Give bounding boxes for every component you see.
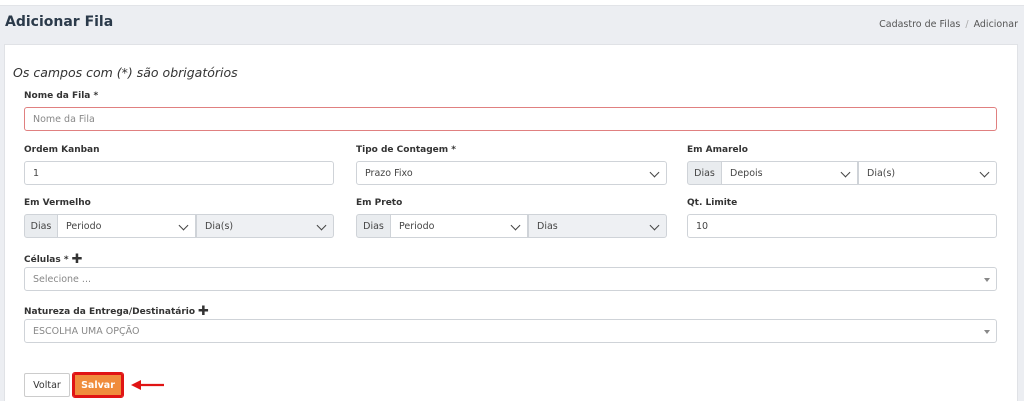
- celulas-label-text: Células *: [24, 255, 69, 265]
- tipo-select[interactable]: Prazo Fixo: [356, 161, 667, 185]
- form-panel: Os campos com (*) são obrigatórios Nome …: [4, 44, 1018, 401]
- amarelo-unit-select[interactable]: Dia(s): [858, 161, 997, 185]
- breadcrumb-separator: /: [965, 19, 969, 30]
- chevron-down-icon: [510, 220, 521, 231]
- ordem-label: Ordem Kanban: [24, 145, 100, 155]
- preto-mode-select[interactable]: Periodo: [390, 214, 528, 238]
- nome-input[interactable]: Nome da Fila: [24, 107, 997, 131]
- preto-unit-value: Dias: [537, 220, 558, 232]
- vermelho-unit-select[interactable]: Dia(s): [196, 214, 334, 238]
- breadcrumb-item-adicionar: Adicionar: [973, 19, 1018, 30]
- natureza-select[interactable]: ESCOLHA UMA OPÇÃO: [24, 319, 997, 343]
- chevron-down-icon: [979, 167, 990, 178]
- nome-label: Nome da Fila *: [24, 91, 99, 101]
- back-button[interactable]: Voltar: [24, 373, 70, 397]
- preto-label: Em Preto: [356, 198, 403, 208]
- chevron-down-icon: [649, 220, 660, 231]
- amarelo-addon: Dias: [687, 161, 722, 185]
- preto-addon: Dias: [356, 214, 391, 238]
- tipo-label: Tipo de Contagem *: [356, 145, 456, 155]
- vermelho-mode-select[interactable]: Periodo: [57, 214, 196, 238]
- chevron-down-icon: [984, 330, 990, 334]
- arrow-left-icon: [131, 380, 164, 390]
- tipo-select-value: Prazo Fixo: [365, 167, 413, 179]
- amarelo-label: Em Amarelo: [687, 145, 748, 155]
- page-header: Adicionar Fila Cadastro de Filas / Adicion…: [0, 6, 1024, 42]
- vermelho-addon: Dias: [24, 214, 58, 238]
- limite-input[interactable]: 10: [687, 214, 997, 238]
- celulas-placeholder: Selecione ...: [33, 273, 91, 285]
- chevron-down-icon: [984, 278, 990, 282]
- page-title: Adicionar Fila: [5, 14, 114, 30]
- breadcrumb-item-cadastro[interactable]: Cadastro de Filas: [879, 19, 960, 30]
- chevron-down-icon: [316, 220, 327, 231]
- vermelho-unit-value: Dia(s): [205, 220, 234, 232]
- breadcrumb: Cadastro de Filas / Adicionar: [879, 19, 1018, 30]
- natureza-placeholder: ESCOLHA UMA OPÇÃO: [33, 325, 140, 337]
- chevron-down-icon: [178, 220, 189, 231]
- celulas-label: Células * ✚: [24, 251, 83, 267]
- natureza-label: Natureza da Entrega/Destinatário ✚: [24, 303, 209, 319]
- ordem-input[interactable]: 1: [24, 161, 334, 185]
- amarelo-mode-value: Depois: [730, 167, 763, 179]
- chevron-down-icon: [840, 167, 851, 178]
- natureza-label-text: Natureza da Entrega/Destinatário: [24, 307, 196, 317]
- plus-icon[interactable]: ✚: [72, 252, 83, 267]
- vermelho-mode-value: Periodo: [66, 220, 102, 232]
- required-note: Os campos com (*) são obrigatórios: [13, 65, 238, 80]
- limite-label: Qt. Limite: [687, 198, 738, 208]
- preto-mode-value: Periodo: [399, 220, 435, 232]
- celulas-select[interactable]: Selecione ...: [24, 267, 997, 291]
- save-button[interactable]: Salvar: [72, 372, 124, 398]
- amarelo-unit-value: Dia(s): [867, 167, 896, 179]
- chevron-down-icon: [649, 167, 660, 178]
- plus-icon[interactable]: ✚: [198, 304, 209, 319]
- preto-unit-select[interactable]: Dias: [528, 214, 667, 238]
- amarelo-mode-select[interactable]: Depois: [721, 161, 858, 185]
- vermelho-label: Em Vermelho: [24, 198, 91, 208]
